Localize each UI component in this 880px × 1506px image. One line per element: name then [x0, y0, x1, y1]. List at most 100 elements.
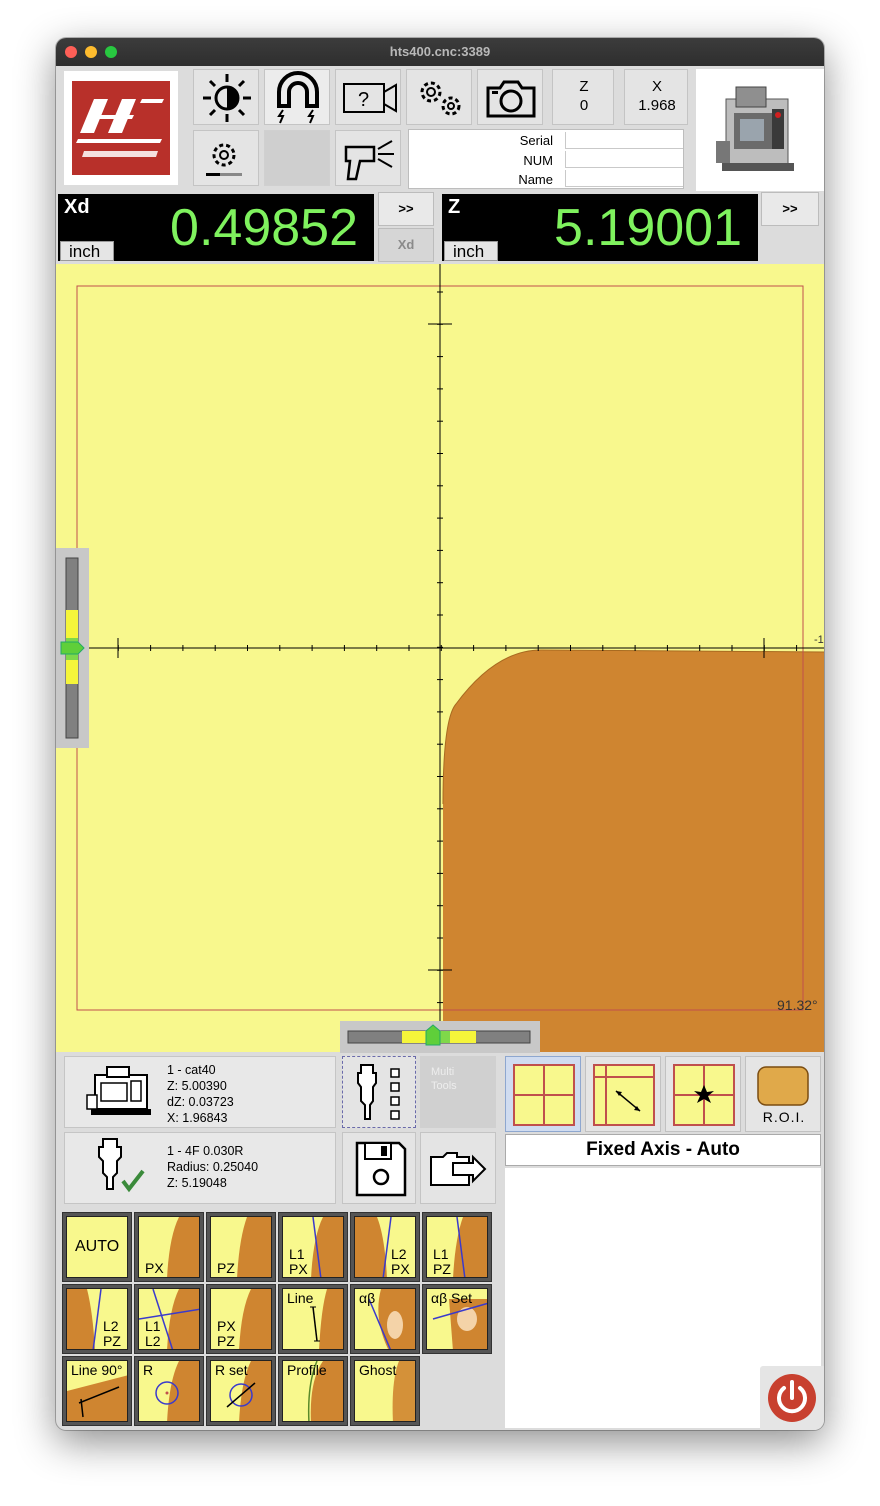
- config-button[interactable]: [193, 130, 259, 186]
- diagonal-axis-mode-button[interactable]: [585, 1056, 661, 1132]
- z-value: 0: [579, 97, 589, 114]
- app-window: hts400.cnc:3389 ? Z 0 X 1.968 Serial NUM…: [56, 38, 824, 1430]
- tool-line90-label: Line 90°: [71, 1362, 123, 1378]
- fixed-axis-mode-button[interactable]: [505, 1056, 581, 1132]
- num-label: NUM: [523, 153, 553, 168]
- center-point-mode-button[interactable]: [665, 1056, 741, 1132]
- haas-logo: [64, 71, 178, 185]
- camera-button[interactable]: [477, 69, 543, 125]
- tool-abset-button[interactable]: αβ Set: [422, 1284, 492, 1354]
- power-button[interactable]: [760, 1366, 824, 1430]
- machine-info-panel[interactable]: 1 - cat40 Z: 5.00390 dZ: 0.03723 X: 1.96…: [64, 1056, 336, 1128]
- measurement-mode-status: Fixed Axis - Auto: [505, 1134, 821, 1166]
- brightness-button[interactable]: [193, 69, 259, 125]
- horizontal-threshold-slider[interactable]: [340, 1021, 540, 1053]
- tool-ab-preview: αβ: [354, 1288, 416, 1350]
- tool-l1px-button[interactable]: L1 PX: [278, 1212, 348, 1282]
- xd-readout: Xd 0.49852 inch: [58, 194, 374, 261]
- tool-ghost-preview: Ghost: [354, 1360, 416, 1422]
- tool-l1l2-button[interactable]: L1 L2: [134, 1284, 204, 1354]
- tool-profile-preview: Profile: [282, 1360, 344, 1422]
- multi-tools-label: Multi Tools: [431, 1066, 457, 1092]
- minimize-window-button[interactable]: [85, 46, 97, 58]
- settings-button[interactable]: [406, 69, 472, 125]
- z-readout: Z 5.19001 inch: [442, 194, 758, 261]
- tool-line-button[interactable]: Line: [278, 1284, 348, 1354]
- xd-axis-label: Xd: [64, 196, 90, 218]
- tool-auto-button[interactable]: AUTO: [62, 1212, 132, 1282]
- xd-value: 0.49852: [170, 199, 358, 257]
- xd-unit-button[interactable]: inch: [60, 241, 114, 261]
- tool-l1px-preview: L1 PX: [282, 1216, 344, 1278]
- diagonal-axis-icon: [593, 1064, 655, 1126]
- tool-ghost-button[interactable]: Ghost: [350, 1356, 420, 1426]
- tool-list-button[interactable]: [342, 1056, 416, 1128]
- tool-l2pz-button[interactable]: L2 PZ: [62, 1284, 132, 1354]
- tool-info-panel[interactable]: 1 - 4F 0.030R Radius: 0.25040 Z: 5.19048: [64, 1132, 336, 1204]
- machine-image: [696, 69, 824, 191]
- xd-expand-button[interactable]: >>: [378, 192, 434, 226]
- measurement-viewport[interactable]: 91.32° -1: [56, 264, 824, 1052]
- machine-info-line-1: 1 - cat40: [167, 1063, 216, 1077]
- tool-pz-label: PZ: [217, 1260, 235, 1276]
- x-value: 1.968: [638, 97, 676, 114]
- tool-abset-preview: αβ Set: [426, 1288, 488, 1350]
- z-axis-label: Z: [448, 196, 461, 218]
- tool-profile-button[interactable]: Profile: [278, 1356, 348, 1426]
- tool-pz-button[interactable]: PZ: [206, 1212, 276, 1282]
- tool-info-line-3: Z: 5.19048: [167, 1176, 227, 1190]
- tool-l2px-button[interactable]: L2 PX: [350, 1212, 420, 1282]
- x-position-button[interactable]: X 1.968: [624, 69, 688, 125]
- roi-mode-button[interactable]: R.O.I.: [745, 1056, 821, 1132]
- z-position-button[interactable]: Z 0: [552, 69, 614, 125]
- disabled-button: [264, 130, 330, 186]
- tool-ab-button[interactable]: αβ: [350, 1284, 420, 1354]
- tool-r-preview: R: [138, 1360, 200, 1422]
- magnet-button[interactable]: [264, 69, 330, 125]
- magnet-icon: [277, 71, 319, 124]
- tool-l1px-label: L1 PX: [289, 1246, 308, 1277]
- tool-profile-label: Profile: [287, 1362, 327, 1378]
- tool-line90-preview: Line 90°: [66, 1360, 128, 1422]
- tool-pxpz-preview: PX PZ: [210, 1288, 272, 1350]
- viewport-canvas: [56, 264, 824, 1052]
- tool-pxpz-button[interactable]: PX PZ: [206, 1284, 276, 1354]
- tool-r-button[interactable]: R: [134, 1356, 204, 1426]
- floppy-disk-icon: [355, 1141, 407, 1197]
- tool-r-label: R: [143, 1362, 154, 1378]
- tool-l2pz-label: L2 PZ: [103, 1318, 121, 1349]
- help-camera-button[interactable]: ?: [335, 69, 401, 125]
- serial-field[interactable]: [565, 132, 683, 149]
- name-field[interactable]: [565, 170, 683, 187]
- z-expand-button[interactable]: >>: [761, 192, 819, 226]
- z-unit-button[interactable]: inch: [444, 241, 498, 261]
- camera-icon: [486, 80, 536, 118]
- angle-readout: 91.32°: [777, 997, 818, 1013]
- vertical-threshold-slider[interactable]: [56, 548, 89, 748]
- z-readout-value: 5.19001: [554, 199, 742, 257]
- tool-info-line-1: 1 - 4F 0.030R: [167, 1144, 244, 1158]
- center-star-icon: [673, 1064, 735, 1126]
- xd-toggle-button[interactable]: Xd: [378, 228, 434, 262]
- close-window-button[interactable]: [65, 46, 77, 58]
- power-icon: [768, 1374, 816, 1422]
- tool-px-button[interactable]: PX: [134, 1212, 204, 1282]
- light-gun-button[interactable]: [335, 130, 401, 186]
- num-field[interactable]: [565, 151, 683, 168]
- tool-rset-button[interactable]: R set: [206, 1356, 276, 1426]
- serial-info-panel: Serial NUM Name: [408, 129, 684, 189]
- tool-auto-preview: AUTO: [66, 1216, 128, 1278]
- brightness-icon: [203, 74, 251, 122]
- x-label: X: [651, 78, 662, 95]
- tool-auto-label: AUTO: [75, 1238, 120, 1255]
- tool-line90-button[interactable]: Line 90°: [62, 1356, 132, 1426]
- save-button[interactable]: [342, 1132, 416, 1204]
- tool-l1pz-button[interactable]: L1 PZ: [422, 1212, 492, 1282]
- tool-ab-label: αβ: [359, 1290, 376, 1306]
- maximize-window-button[interactable]: [105, 46, 117, 58]
- serial-label: Serial: [519, 133, 553, 148]
- settings-slider-icon: [206, 143, 242, 176]
- machine-info-line-2: Z: 5.00390: [167, 1079, 227, 1093]
- multi-tools-button: Multi Tools: [420, 1056, 496, 1128]
- export-button[interactable]: [420, 1132, 496, 1204]
